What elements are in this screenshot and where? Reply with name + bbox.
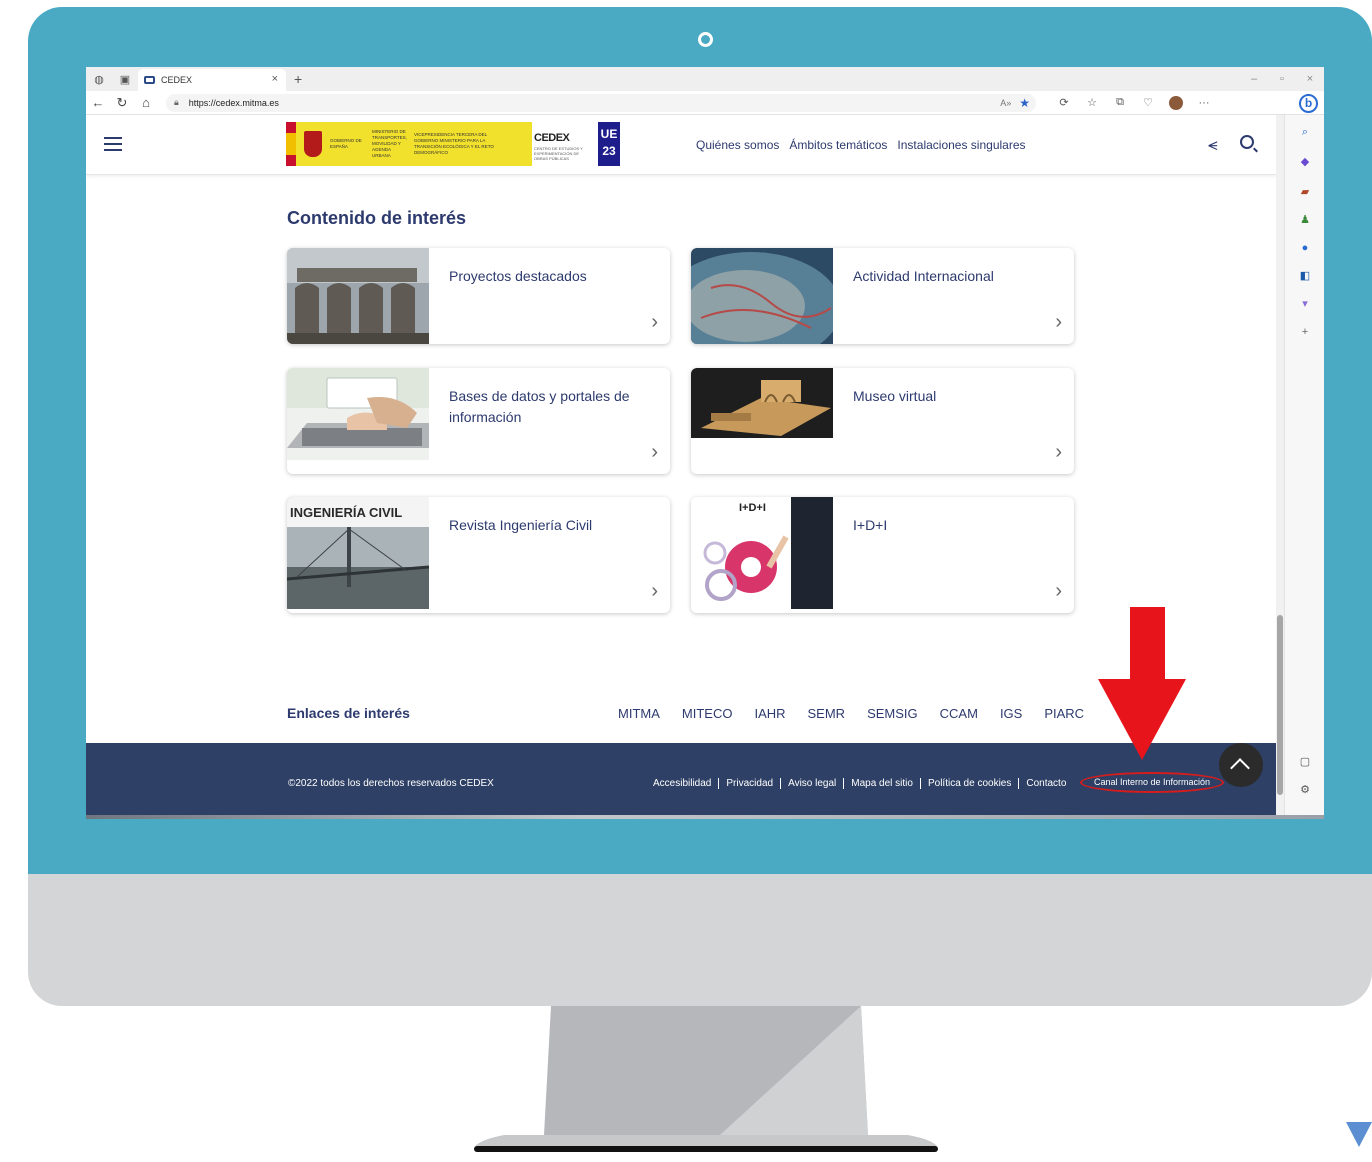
stage: ◍ ▣ CEDEX × + – ▫ × ← ↻ ⌂ 🔒︎ https://ced… [0, 0, 1372, 1162]
red-arrow-annotation [1098, 607, 1186, 760]
